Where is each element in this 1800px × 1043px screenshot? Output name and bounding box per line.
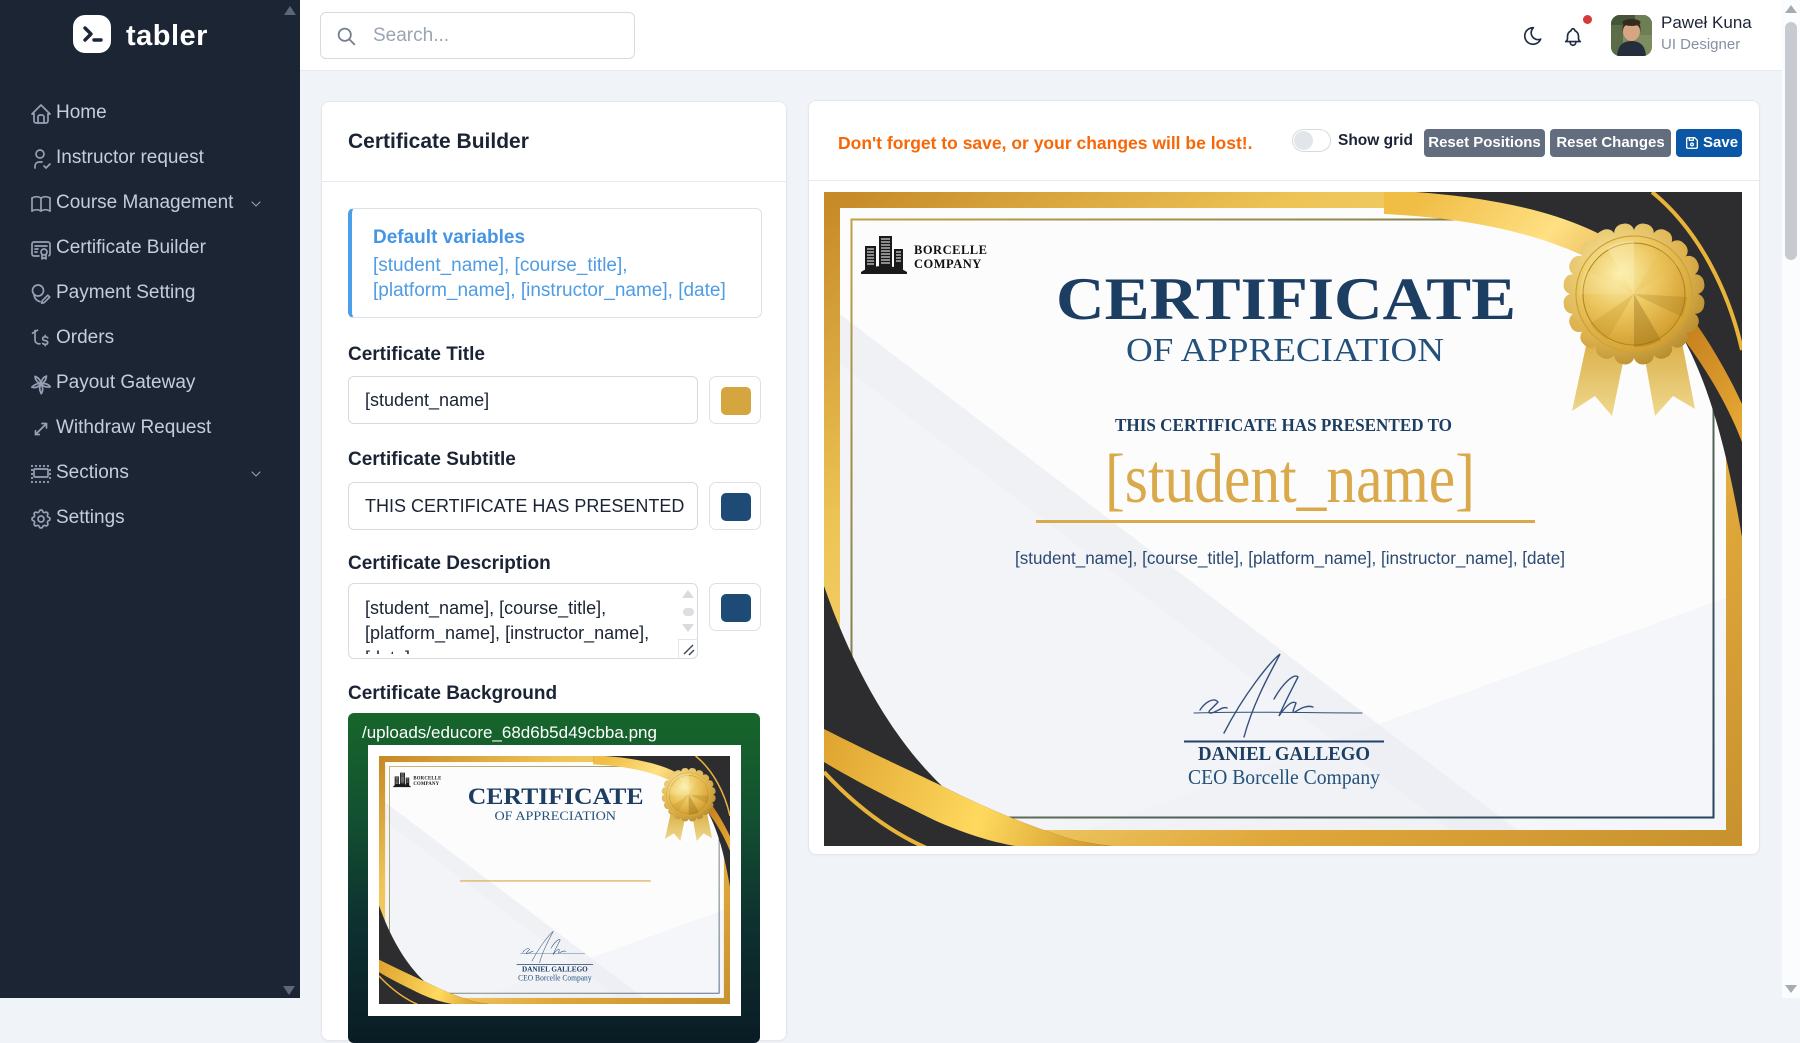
svg-text:THIS CERTIFICATE HAS PRESENTED: THIS CERTIFICATE HAS PRESENTED TO	[1115, 415, 1452, 435]
svg-text:[student_name], [course_title]: [student_name], [course_title], [platfor…	[1015, 548, 1565, 569]
svg-text:[student_name]: [student_name]	[1105, 441, 1475, 518]
